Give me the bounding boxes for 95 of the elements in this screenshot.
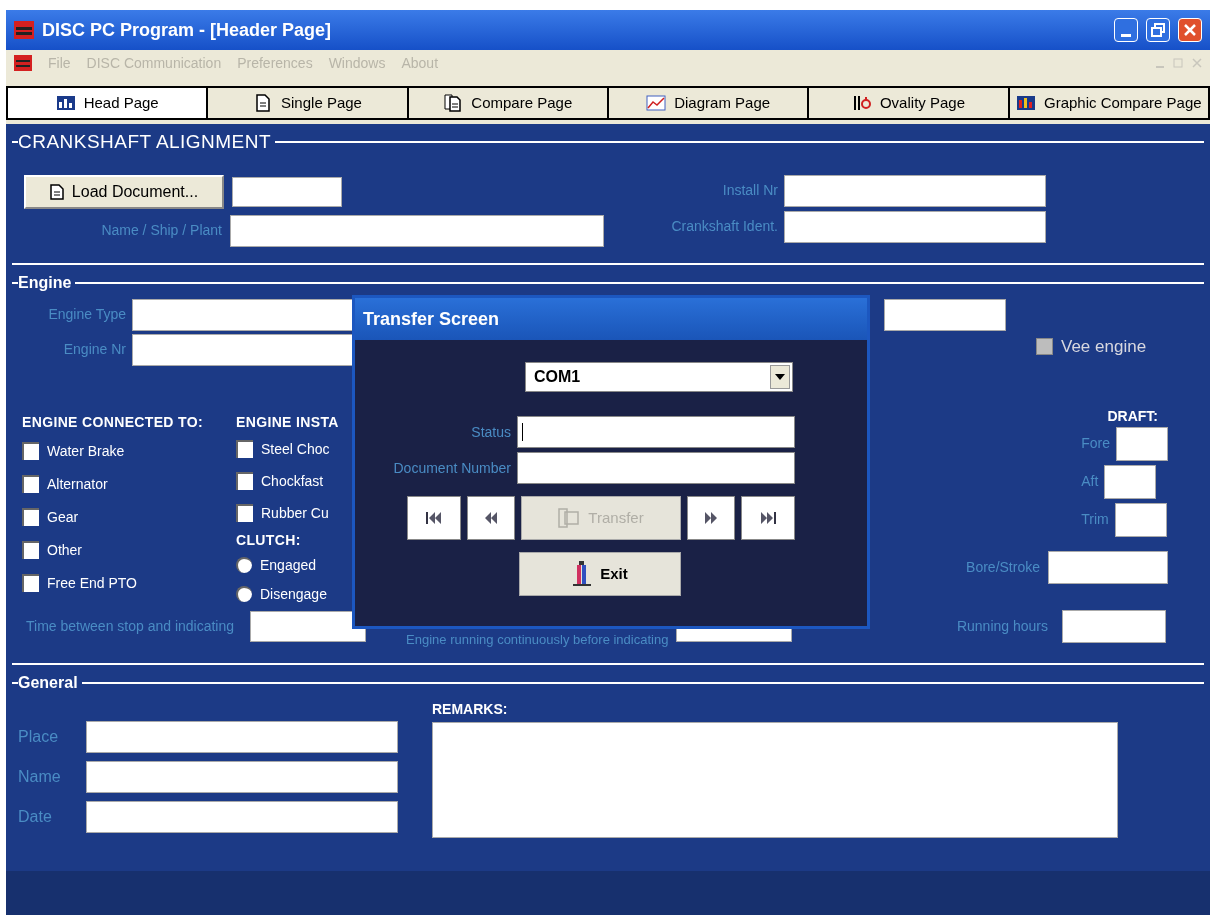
bore-stroke-field[interactable] bbox=[1048, 550, 1168, 584]
field-label: Fore bbox=[1081, 434, 1110, 453]
time-field[interactable] bbox=[250, 610, 367, 642]
status-field[interactable] bbox=[517, 416, 795, 448]
field-label: Install Nr bbox=[721, 181, 778, 200]
restore-button[interactable] bbox=[1146, 18, 1170, 42]
field-label: Trim bbox=[1081, 510, 1109, 529]
checkbox[interactable] bbox=[22, 508, 39, 526]
close-button[interactable] bbox=[1178, 18, 1202, 42]
app-icon bbox=[14, 55, 32, 71]
field-label: Engine Type bbox=[47, 305, 126, 324]
tab[interactable]: Head Page bbox=[8, 88, 209, 118]
checkbox[interactable] bbox=[236, 504, 253, 522]
documents-icon bbox=[443, 94, 464, 112]
checkbox-label: Water Brake bbox=[47, 441, 125, 461]
field-label: Place bbox=[18, 727, 60, 747]
document-icon bbox=[49, 183, 64, 200]
minimize-icon bbox=[1121, 34, 1131, 37]
checkbox-label: Free End PTO bbox=[47, 573, 137, 593]
field-label: Document Number bbox=[392, 458, 511, 478]
close-icon bbox=[1184, 24, 1196, 36]
checkbox-label: Other bbox=[47, 540, 82, 560]
text-field[interactable] bbox=[86, 761, 398, 793]
document-field[interactable] bbox=[232, 176, 342, 207]
field-label: Crankshaft Ident. bbox=[670, 217, 778, 236]
fast-forward-icon bbox=[705, 512, 717, 524]
skip-to-last-icon bbox=[760, 512, 776, 524]
load-document-button[interactable]: Load Document... bbox=[24, 174, 224, 209]
section-title: CRANKSHAFT ALIGNMENT bbox=[18, 130, 272, 154]
section-title: Engine bbox=[18, 272, 72, 293]
checkbox-label: Gear bbox=[47, 507, 79, 527]
bar-chart-icon bbox=[1016, 94, 1036, 112]
window-controls-icon bbox=[1156, 57, 1202, 69]
chart-icon bbox=[55, 94, 76, 112]
group-heading: DRAFT: bbox=[1107, 406, 1158, 426]
skip-to-first-icon bbox=[426, 512, 442, 524]
fast-forward-button[interactable] bbox=[687, 496, 735, 540]
group-heading: ENGINE INSTA bbox=[236, 412, 340, 432]
text-field[interactable] bbox=[86, 721, 398, 753]
checkbox-label: Chockfast bbox=[261, 471, 324, 491]
name-field[interactable] bbox=[230, 214, 604, 247]
remarks-label: REMARKS: bbox=[432, 700, 509, 719]
dialog-title: Transfer Screen bbox=[363, 307, 500, 331]
radio-label: Disengage bbox=[260, 584, 327, 604]
checkbox-label: Rubber Cu bbox=[261, 503, 329, 523]
dropdown-arrow-icon bbox=[775, 374, 785, 380]
checkbox[interactable] bbox=[22, 574, 39, 592]
field-label: Engine running continuously before indicating bbox=[406, 630, 669, 649]
field-label: Aft bbox=[1081, 472, 1099, 491]
port-dropdown[interactable]: COM1 bbox=[525, 362, 793, 392]
line-chart-icon bbox=[646, 94, 667, 112]
section-title: General bbox=[18, 673, 78, 693]
field-label: Name / Ship / Plant bbox=[100, 221, 222, 240]
ring-icon bbox=[851, 94, 872, 112]
rewind-icon bbox=[485, 512, 497, 524]
draft-field[interactable] bbox=[1114, 502, 1167, 537]
door-exit-icon bbox=[572, 561, 593, 587]
radio-label: Engaged bbox=[260, 555, 317, 575]
checkbox[interactable] bbox=[236, 472, 253, 490]
field-label: Status bbox=[470, 422, 511, 442]
field-label: Name bbox=[18, 767, 62, 787]
checkbox[interactable] bbox=[22, 442, 39, 460]
checkbox[interactable] bbox=[22, 475, 39, 493]
minimize-button[interactable] bbox=[1114, 18, 1138, 42]
text-field[interactable] bbox=[86, 801, 398, 833]
field-label: Date bbox=[18, 807, 53, 827]
field-label: Time between stop and indicating bbox=[26, 616, 235, 636]
radio-button[interactable] bbox=[236, 557, 252, 573]
checkbox-label: Steel Choc bbox=[261, 439, 330, 459]
crankshaft-ident-field[interactable] bbox=[784, 210, 1046, 243]
group-heading: ENGINE CONNECTED TO: bbox=[22, 412, 204, 432]
checkbox[interactable] bbox=[236, 440, 253, 458]
radio-button[interactable] bbox=[236, 586, 252, 602]
checkbox[interactable] bbox=[22, 541, 39, 559]
draft-field[interactable] bbox=[1116, 426, 1168, 461]
text-field[interactable] bbox=[884, 298, 1006, 331]
exit-button[interactable]: Exit bbox=[519, 552, 681, 596]
field-label: Engine Nr bbox=[62, 340, 126, 359]
window-title: DISC PC Program - [Header Page] bbox=[42, 18, 333, 42]
running-hours-field[interactable] bbox=[1062, 609, 1166, 643]
checkbox-label: Alternator bbox=[47, 474, 108, 494]
group-heading: CLUTCH: bbox=[236, 530, 302, 550]
transfer-icon bbox=[558, 508, 581, 528]
last-button[interactable] bbox=[741, 496, 795, 540]
draft-field[interactable] bbox=[1104, 464, 1157, 499]
remarks-field[interactable] bbox=[432, 722, 1118, 838]
first-button[interactable] bbox=[407, 496, 461, 540]
install-nr-field[interactable] bbox=[784, 174, 1046, 207]
app-icon bbox=[14, 21, 34, 39]
checkbox-label: Vee engine bbox=[1061, 335, 1147, 358]
document-number-field[interactable] bbox=[517, 452, 795, 484]
field-label: Running hours bbox=[956, 616, 1048, 636]
previous-button[interactable] bbox=[467, 496, 515, 540]
restore-icon bbox=[1151, 23, 1165, 37]
field-label: Bore/Stroke bbox=[966, 557, 1040, 577]
